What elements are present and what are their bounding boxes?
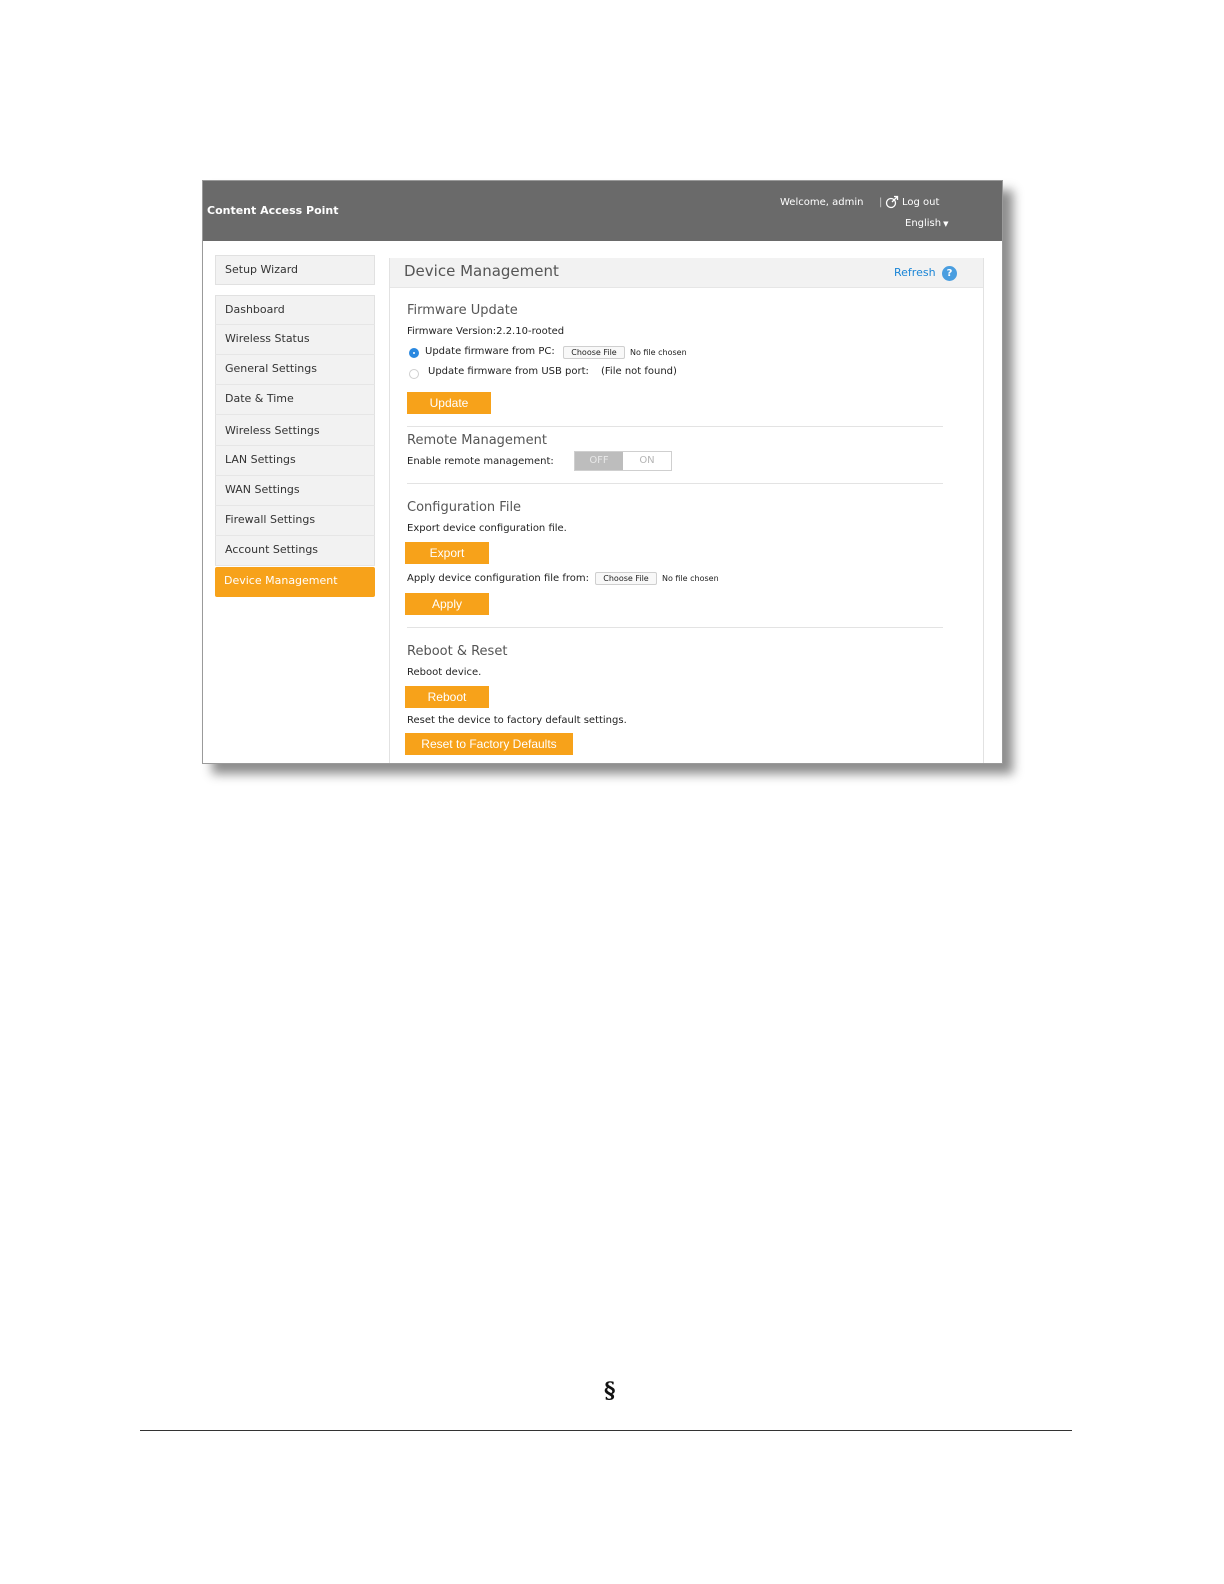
sidebar-item-firewall-settings[interactable]: Firewall Settings xyxy=(215,506,375,536)
firmware-pc-label: Update firmware from PC: xyxy=(425,346,555,357)
app-title: Content Access Point xyxy=(207,204,339,217)
sidebar-item-lan-settings[interactable]: LAN Settings xyxy=(215,446,375,476)
divider xyxy=(407,426,943,427)
welcome-text: Welcome, admin xyxy=(780,197,864,208)
help-icon[interactable]: ? xyxy=(942,266,957,281)
logout-icon xyxy=(885,195,899,209)
footer-rule xyxy=(140,1430,1072,1431)
reboot-button[interactable]: Reboot xyxy=(405,686,489,708)
sidebar-item-wireless-settings[interactable]: Wireless Settings xyxy=(215,415,375,446)
remote-management-toggle[interactable]: OFF ON xyxy=(574,451,672,471)
update-button[interactable]: Update xyxy=(407,392,491,414)
sidebar-item-wireless-status[interactable]: Wireless Status xyxy=(215,325,375,355)
config-section-title: Configuration File xyxy=(407,500,522,515)
radio-firmware-pc[interactable] xyxy=(409,348,419,358)
config-no-file-text: No file chosen xyxy=(662,574,719,583)
top-bar: Content Access Point Welcome, admin | Lo… xyxy=(203,181,1002,241)
sidebar-item-wan-settings[interactable]: WAN Settings xyxy=(215,476,375,506)
logout-link[interactable]: Log out xyxy=(885,195,939,209)
firmware-usb-label: Update firmware from USB port: xyxy=(428,366,589,377)
logout-label: Log out xyxy=(902,196,940,208)
radio-firmware-usb[interactable] xyxy=(409,369,419,379)
sidebar-item-account-settings[interactable]: Account Settings xyxy=(215,536,375,566)
language-label: English xyxy=(905,218,942,229)
refresh-link[interactable]: Refresh xyxy=(894,266,936,279)
language-select[interactable]: English ▼ xyxy=(905,218,949,229)
caret-down-icon: ▼ xyxy=(943,220,949,228)
apply-button[interactable]: Apply xyxy=(405,593,489,615)
header-separator: | xyxy=(879,197,883,208)
firmware-usb-status: (File not found) xyxy=(601,366,677,377)
toggle-on-label: ON xyxy=(639,455,655,466)
sidebar-item-date-time[interactable]: Date & Time xyxy=(215,385,375,415)
sidebar-item-setup-wizard[interactable]: Setup Wizard xyxy=(215,255,375,285)
sidebar-item-device-management[interactable]: Device Management xyxy=(215,567,375,597)
screenshot-frame: Content Access Point Welcome, admin | Lo… xyxy=(202,180,1003,764)
reboot-text: Reboot device. xyxy=(407,667,482,678)
firmware-version: Firmware Version:2.2.10-rooted xyxy=(407,326,565,337)
reboot-section-title: Reboot & Reset xyxy=(407,644,508,659)
export-button[interactable]: Export xyxy=(405,542,489,564)
reset-text: Reset the device to factory default sett… xyxy=(407,715,627,726)
firmware-choose-file-button[interactable]: Choose File xyxy=(563,346,625,359)
remote-section-title: Remote Management xyxy=(407,433,547,448)
page-title: Device Management xyxy=(404,262,559,280)
section-mark: § xyxy=(604,1378,616,1404)
main-header: Device Management Refresh ? xyxy=(390,258,983,288)
toggle-off-label: OFF xyxy=(575,452,623,470)
config-choose-file-button[interactable]: Choose File xyxy=(595,572,657,585)
divider xyxy=(407,483,943,484)
firmware-section-title: Firmware Update xyxy=(407,303,518,318)
remote-label: Enable remote management: xyxy=(407,456,554,467)
firmware-no-file-text: No file chosen xyxy=(630,348,687,357)
divider xyxy=(407,627,943,628)
reset-factory-defaults-button[interactable]: Reset to Factory Defaults xyxy=(405,733,573,755)
export-text: Export device configuration file. xyxy=(407,523,567,534)
apply-text: Apply device configuration file from: xyxy=(407,573,589,584)
sidebar-item-general-settings[interactable]: General Settings xyxy=(215,355,375,385)
sidebar-item-dashboard[interactable]: Dashboard xyxy=(215,295,375,325)
